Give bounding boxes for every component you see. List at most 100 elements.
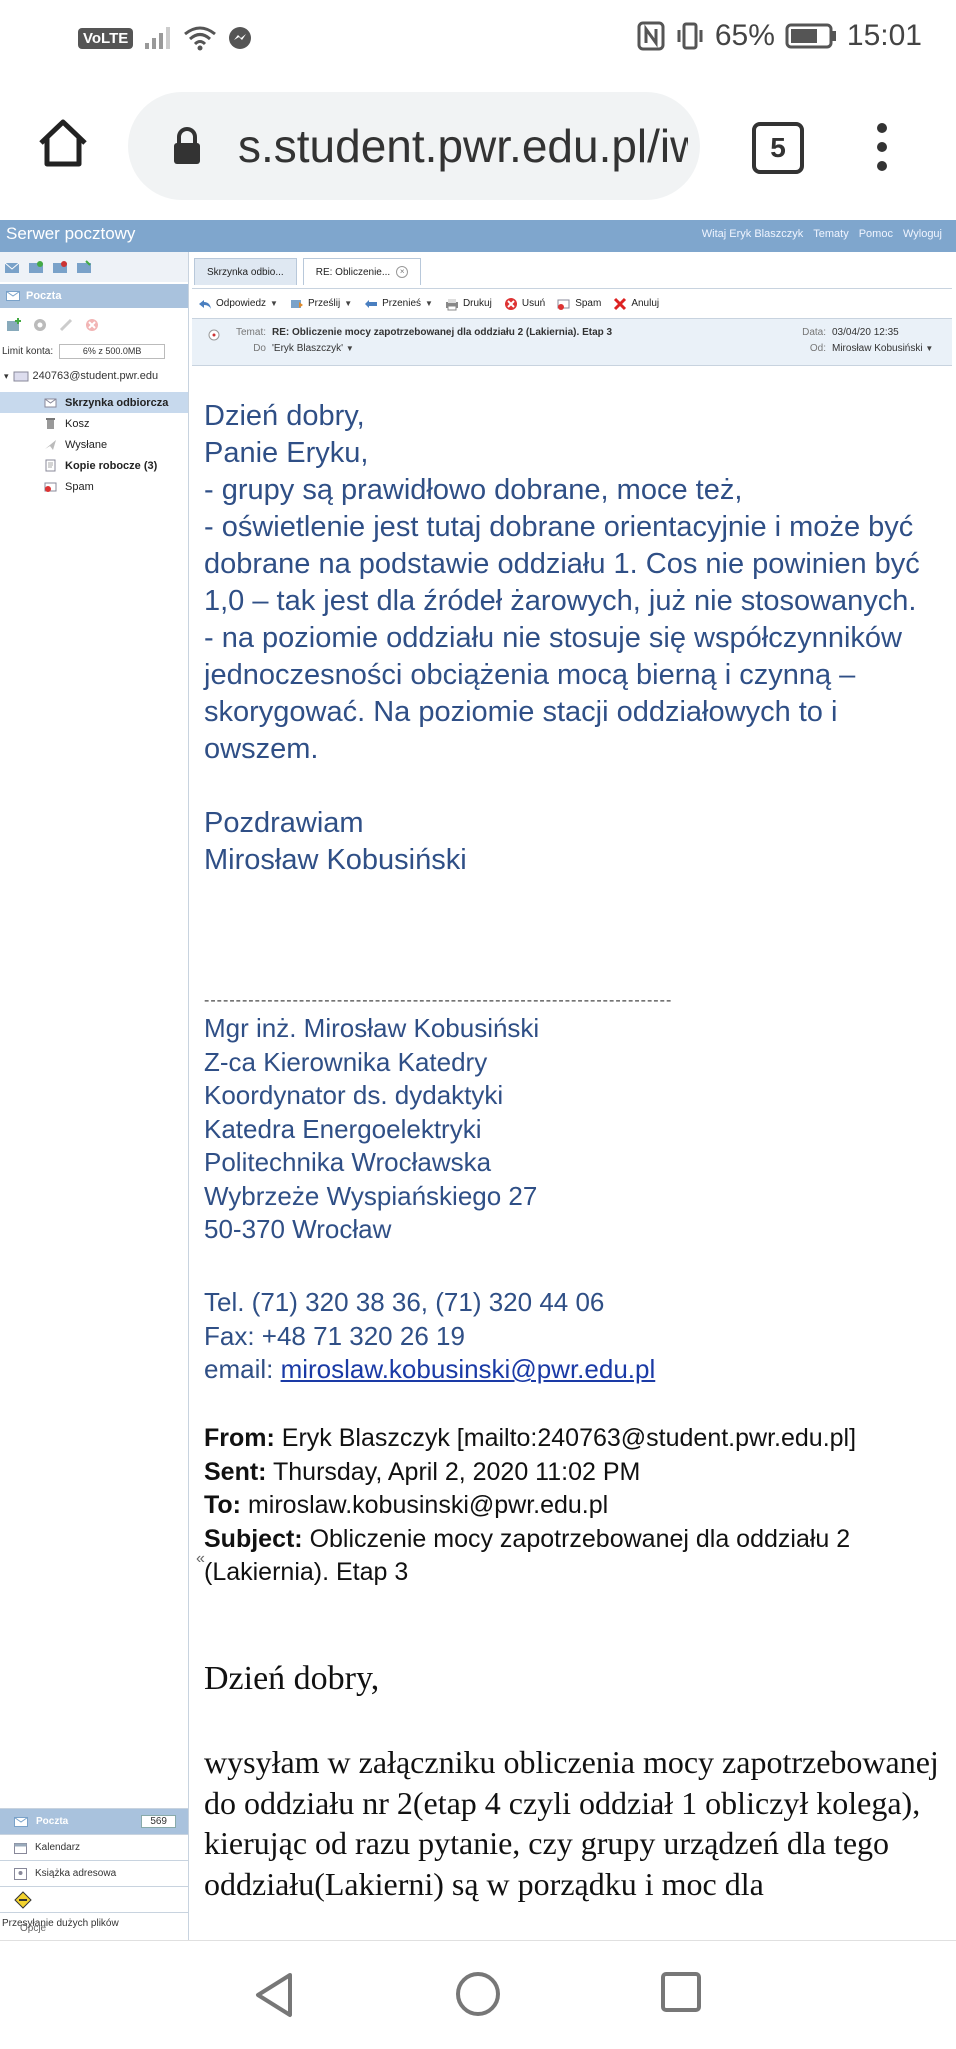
- quoted-header: From: Eryk Blaszczyk [mailto:240763@stud…: [204, 1422, 944, 1590]
- message-header: Temat: RE: Obliczenie mocy zapotrzebowan…: [192, 318, 952, 366]
- messenger-icon: [229, 27, 252, 49]
- nav-calendar[interactable]: Kalendarz: [0, 1834, 188, 1860]
- print-button[interactable]: Drukuj: [445, 297, 492, 311]
- nav-mail[interactable]: Poczta 569: [0, 1808, 188, 1834]
- line-point-3: - na poziomie oddziału nie stosuje się w…: [204, 622, 902, 765]
- reply-icon: [199, 299, 211, 309]
- mark-icon[interactable]: [52, 259, 68, 275]
- addressbook-icon: [14, 1867, 27, 1880]
- cancel-button[interactable]: Anuluj: [613, 297, 659, 311]
- sig-line: Politechnika Wrocławska: [204, 1147, 492, 1177]
- nav-addressbook-label: Książka adresowa: [35, 1868, 117, 1879]
- recents-icon[interactable]: [660, 1971, 702, 2013]
- add-folder-icon[interactable]: [6, 317, 22, 333]
- folder-settings-icon[interactable]: [32, 317, 48, 333]
- sig-line: Mgr inż. Mirosław Kobusiński: [204, 1013, 540, 1043]
- quoted-from: Eryk Blaszczyk [mailto:240763@student.pw…: [274, 1424, 857, 1452]
- signature-block: Mgr inż. Mirosław Kobusiński Z-ca Kierow…: [204, 1012, 539, 1247]
- overflow-menu-button[interactable]: [870, 118, 894, 178]
- reply-button[interactable]: Odpowiedz ▼: [198, 297, 278, 311]
- message-date: 03/04/20 12:35: [832, 327, 899, 338]
- nav-options-label[interactable]: Opcje: [20, 1923, 46, 1934]
- folder-drafts[interactable]: Kopie robocze (3): [0, 455, 188, 476]
- sig-line: Koordynator ds. dydaktyki: [204, 1080, 504, 1110]
- quoted-paragraph: wysyłam w załączniku obliczenia mocy zap…: [204, 1744, 939, 1902]
- message-toolbar: Odpowiedz ▼ Prześlij ▼ Przenieś ▼ Drukuj Us…: [192, 288, 952, 318]
- move-icon: [365, 299, 378, 308]
- nav-large-files[interactable]: Przesyłanie dużych plików Opcje: [0, 1912, 188, 1934]
- home-circle-icon[interactable]: [455, 1971, 501, 2017]
- link-pomoc[interactable]: Pomoc: [859, 228, 893, 240]
- chevron-down-icon: ▼: [345, 344, 354, 353]
- message-subject: RE: Obliczenie mocy zapotrzebowanej dla …: [272, 327, 613, 338]
- close-tab-icon[interactable]: ×: [396, 266, 409, 278]
- cancel-label: Anuluj: [631, 298, 660, 309]
- android-nav-bar: [0, 1940, 956, 2049]
- sent-icon: [45, 440, 56, 450]
- nav-large-files-icon-row[interactable]: [0, 1886, 188, 1912]
- collapse-toggle-icon[interactable]: ▾: [4, 371, 9, 382]
- sidebar-bottom-nav: Poczta 569 Kalendarz Książka adresowa Pr…: [0, 1808, 188, 1934]
- reply-text: Dzień dobry, Panie Eryku, - grupy są pra…: [204, 398, 944, 879]
- from-label: Od:: [809, 343, 826, 354]
- battery-percent: 65%: [714, 19, 775, 52]
- date-label: Data:: [802, 327, 826, 338]
- nav-mail-label: Poczta: [36, 1816, 69, 1827]
- line-regards-name: Mirosław Kobusiński: [204, 844, 467, 876]
- link-wyloguj[interactable]: Wyloguj: [903, 228, 942, 240]
- mail-section-header[interactable]: Poczta: [0, 284, 188, 308]
- spam-button[interactable]: Spam: [557, 297, 601, 311]
- sig-email: email: miroslaw.kobusinski@pwr.edu.pl: [204, 1353, 655, 1387]
- chevron-down-icon: ▼: [270, 299, 278, 308]
- account-label: 240763@student.pwr.edu: [32, 370, 159, 382]
- compose-icon[interactable]: [76, 259, 92, 275]
- forward-button[interactable]: Prześlij ▼: [290, 297, 352, 311]
- unread-count-badge: 569: [141, 1815, 176, 1828]
- quota: Limit konta: 6% z 500.0MB: [2, 344, 166, 359]
- drafts-icon: [45, 459, 56, 472]
- tab-switcher-button[interactable]: 5: [752, 122, 804, 174]
- signal-icon: [145, 27, 171, 49]
- delete-button[interactable]: Usuń: [504, 297, 545, 311]
- move-button[interactable]: Przenieś ▼: [364, 297, 433, 311]
- nav-addressbook[interactable]: Książka adresowa: [0, 1860, 188, 1886]
- delete-folder-icon[interactable]: [84, 317, 100, 333]
- rename-icon[interactable]: [58, 317, 74, 333]
- quoted-sent-label: Sent:: [204, 1457, 267, 1486]
- folder-trash[interactable]: Kosz: [0, 413, 188, 434]
- tab-inbox[interactable]: Skrzynka odbio...: [194, 258, 297, 285]
- spam-icon: [557, 299, 570, 310]
- chevron-down-icon: ▼: [925, 344, 934, 353]
- nfc-icon: [637, 21, 665, 51]
- folder-label: Skrzynka odbiorcza: [65, 396, 169, 409]
- folder-inbox[interactable]: Skrzynka odbiorcza: [0, 392, 188, 413]
- line-greeting: Dzień dobry,: [204, 400, 365, 432]
- contact-block: Tel. (71) 320 38 36, (71) 320 44 06 Fax:…: [204, 1286, 655, 1387]
- to-label: Do: [253, 343, 266, 354]
- tab-message[interactable]: RE: Obliczenie... ×: [302, 258, 422, 285]
- folder-spam[interactable]: Spam: [0, 476, 188, 497]
- printer-icon: [445, 298, 458, 310]
- spam-label: Spam: [575, 298, 602, 309]
- mail-section-label: Poczta: [26, 290, 62, 302]
- collapse-sidebar-icon[interactable]: «: [196, 1550, 205, 1568]
- nav-calendar-label: Kalendarz: [35, 1842, 81, 1853]
- account-node[interactable]: ▾ 240763@student.pwr.edu: [4, 370, 158, 382]
- quota-label: Limit konta:: [2, 346, 54, 357]
- new-mail-icon[interactable]: [4, 259, 20, 275]
- home-icon: [39, 119, 87, 167]
- message-to[interactable]: 'Eryk Blaszczyk' ▼: [272, 343, 354, 354]
- link-tematy[interactable]: Tematy: [813, 228, 848, 240]
- folder-sent[interactable]: Wysłane: [0, 434, 188, 455]
- back-icon[interactable]: [252, 1971, 296, 2019]
- home-button[interactable]: [30, 110, 96, 176]
- chevron-down-icon: ▼: [425, 299, 433, 308]
- message-from[interactable]: Mirosław Kobusiński ▼: [832, 343, 933, 354]
- battery-icon: [785, 23, 836, 49]
- tab-label: Skrzynka odbio...: [207, 266, 284, 278]
- address-bar[interactable]: s.student.pwr.edu.pl/iw: [128, 92, 700, 200]
- folder-toolbar: [0, 312, 188, 338]
- email-link[interactable]: miroslaw.kobusinski@pwr.edu.pl: [281, 1354, 656, 1384]
- get-mail-icon[interactable]: [28, 259, 44, 275]
- folder-label: Kopie robocze (3): [65, 459, 158, 472]
